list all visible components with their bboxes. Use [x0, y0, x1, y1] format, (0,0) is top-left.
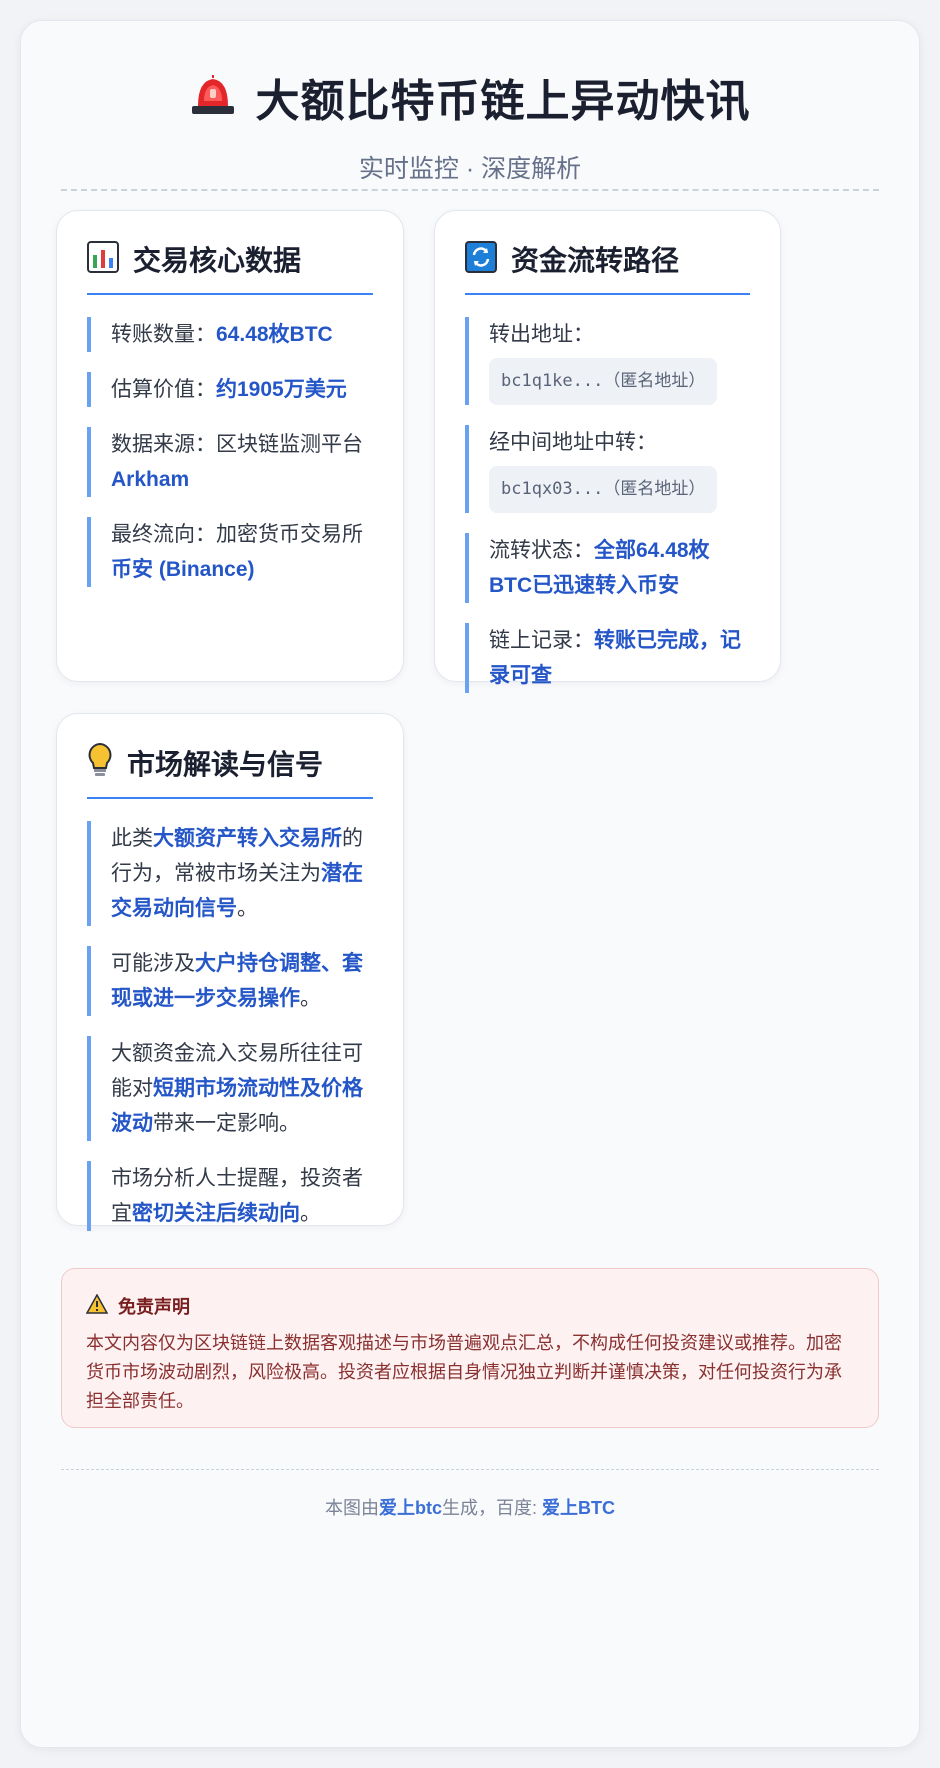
footer-brand-link[interactable]: 爱上btc — [379, 1498, 442, 1518]
list-item-source: 数据来源：区块链监测平台 Arkham — [87, 427, 373, 497]
item-label: 数据来源：区块链监测平台 — [111, 433, 363, 456]
siren-icon — [190, 74, 236, 120]
text-segment: 。 — [300, 1202, 321, 1225]
page-title: 大额比特币链上异动快讯 — [255, 77, 751, 126]
card-header: 市场解读与信号 — [87, 742, 373, 799]
card-title: 交易核心数据 — [133, 245, 302, 276]
card-core-data: 交易核心数据 转账数量：64.48枚BTC 估算价值：约1905万美元 数据来源… — [56, 210, 404, 682]
text-segment: 带来一定影响。 — [153, 1112, 300, 1135]
item-label: 流转状态： — [489, 539, 594, 562]
item-value: 64.48枚BTC — [216, 323, 333, 346]
refresh-icon — [465, 240, 497, 278]
footer: 本图由爱上btc生成，百度: 爱上BTC — [21, 1494, 919, 1520]
header-divider — [61, 189, 879, 191]
item-label: 估算价值： — [111, 378, 216, 401]
bar-chart-icon — [87, 240, 119, 278]
page-subtitle: 实时监控 · 深度解析 — [358, 155, 582, 183]
item-value: 币安 (Binance) — [111, 558, 255, 581]
item-value: Arkham — [111, 468, 190, 491]
item-label: 最终流向：加密货币交易所 — [111, 523, 363, 546]
card-header: 交易核心数据 — [87, 239, 373, 295]
header: 大额比特币链上异动快讯 实时监控 · 深度解析 — [21, 21, 919, 185]
list-item-intermediate-address: 经中间地址中转： bc1qx03...（匿名地址） — [465, 425, 750, 513]
disclaimer-header: 免责声明 — [85, 1292, 854, 1319]
card-flow-path: 资金流转路径 转出地址： bc1q1ke...（匿名地址） 经中间地址中转： b… — [434, 210, 781, 693]
title-row: 大额比特币链上异动快讯 — [21, 65, 919, 129]
list-item-source-address: 转出地址： bc1q1ke...（匿名地址） — [465, 317, 750, 405]
address-chip: bc1qx03...（匿名地址） — [489, 466, 718, 513]
lightbulb-icon — [87, 742, 113, 783]
text-segment: 可能涉及 — [111, 952, 195, 975]
list-item-status: 流转状态：全部64.48枚BTC已迅速转入币安 — [465, 533, 750, 603]
item-label: 转出地址： — [489, 323, 594, 346]
list-item-signal: 此类大额资产转入交易所的行为，常被市场关注为潜在交易动向信号。 — [87, 821, 373, 926]
disclaimer-box: 免责声明 本文内容仅为区块链链上数据客观描述与市场普遍观点汇总，不构成任何投资建… — [61, 1268, 879, 1428]
list-item-destination: 最终流向：加密货币交易所币安 (Binance) — [87, 517, 373, 587]
card-header: 资金流转路径 — [465, 239, 750, 295]
list-item-signal: 大额资金流入交易所往往可能对短期市场流动性及价格波动带来一定影响。 — [87, 1036, 373, 1141]
card-title: 资金流转路径 — [511, 245, 680, 276]
item-label: 链上记录： — [489, 629, 594, 652]
address-chip: bc1q1ke...（匿名地址） — [489, 358, 718, 405]
text-segment: 。 — [237, 897, 258, 920]
footer-text: 本图由 — [324, 1498, 379, 1518]
item-value: 约1905万美元 — [216, 378, 347, 401]
text-highlight: 大额资产转入交易所 — [153, 827, 342, 850]
list-item-value: 估算价值：约1905万美元 — [87, 372, 373, 407]
warning-icon — [85, 1292, 109, 1319]
footer-text: 生成，百度: — [441, 1498, 542, 1518]
list-item-amount: 转账数量：64.48枚BTC — [87, 317, 373, 352]
disclaimer-text: 本文内容仅为区块链链上数据客观描述与市场普遍观点汇总，不构成任何投资建议或推荐。… — [86, 1333, 842, 1411]
page-container: 大额比特币链上异动快讯 实时监控 · 深度解析 交易核心数据 转账数量：64.4… — [20, 20, 920, 1748]
list-item-signal: 市场分析人士提醒，投资者宜密切关注后续动向。 — [87, 1161, 373, 1231]
item-label: 经中间地址中转： — [489, 431, 657, 454]
disclaimer-title: 免责声明 — [118, 1297, 190, 1317]
list-item-signal: 可能涉及大户持仓调整、套现或进一步交易操作。 — [87, 946, 373, 1016]
list-item-record: 链上记录：转账已完成，记录可查 — [465, 623, 750, 693]
card-market-signals: 市场解读与信号 此类大额资产转入交易所的行为，常被市场关注为潜在交易动向信号。 … — [56, 713, 404, 1231]
card-title: 市场解读与信号 — [127, 748, 324, 780]
text-segment: 。 — [300, 987, 321, 1010]
item-label: 转账数量： — [111, 323, 216, 346]
footer-brand-link[interactable]: 爱上BTC — [542, 1498, 615, 1518]
footer-divider — [61, 1469, 879, 1470]
text-highlight: 密切关注后续动向 — [132, 1202, 300, 1225]
text-segment: 此类 — [111, 827, 153, 850]
